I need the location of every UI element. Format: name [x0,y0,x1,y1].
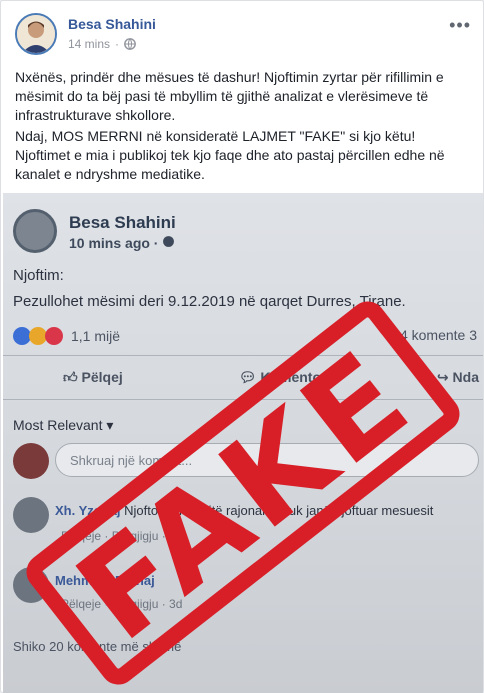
screenshot-like: 👍︎ Pëlqej [63,369,123,386]
love-reaction-icon [45,327,63,345]
post-meta: 14 mins · [68,37,136,51]
screenshot-comment-input: Shkruaj një koment... [55,443,479,477]
post-text-paragraph-1: Nxënës, prindër dhe mësues të dashur! Nj… [15,69,444,123]
author-name[interactable]: Besa Shahini [68,16,156,32]
screenshot-author: Besa Shahini [69,213,176,232]
post-text-paragraph-2: Ndaj, MOS MERRNI në konsideratë LAJMET "… [15,128,445,182]
facebook-post: Besa Shahini 14 mins · ••• Nxënës, prind… [0,0,484,693]
comment-1-meta: Pëlqeje · Përgjigju · 3d [61,529,183,543]
commenter-avatar [13,497,49,533]
more-options-icon[interactable]: ••• [449,15,471,36]
comment-icon: 💬︎ [238,369,261,385]
screenshot-comment-2: Mehmedi Prenaj [55,573,155,588]
screenshot-actions: 👍︎ Pëlqej 💬︎ Komento ↪ Nda [63,369,479,386]
comment-1-text: Njoftoni drejtoritë rajonale! Nuk janë n… [124,503,434,518]
screenshot-reactions: 1,1 mijë [13,327,120,345]
post-time[interactable]: 14 mins [68,37,110,51]
screenshot-sort: Most Relevant ▾ [13,417,114,433]
comment-1-author: Xh. Yzeiraj [55,503,121,518]
screenshot-time: 10 mins ago · [69,235,175,251]
screenshot-comment-count: 34 komente 3 [392,327,477,343]
divider [3,399,483,400]
commenter-avatar [13,443,49,479]
screenshot-comment: 💬︎ Komento [239,369,321,386]
screenshot-comment-1: Xh. Yzeiraj Njoftoni drejtoritë rajonale… [55,503,433,518]
divider [3,355,483,356]
screenshot-notice: Pezullohet mësimi deri 9.12.2019 në qarq… [13,293,406,310]
screenshot-label: Njoftim: [13,267,64,284]
thumbs-up-icon: 👍︎ [63,369,82,385]
globe-icon [124,38,136,50]
share-icon: ↪ [436,369,453,385]
screenshot-view-more: Shiko 20 komente më shumë [13,639,182,654]
fake-post-screenshot: Besa Shahini 10 mins ago · Njoftim: Pezu… [3,193,483,693]
post-photo[interactable]: Besa Shahini 10 mins ago · Njoftim: Pezu… [3,193,483,693]
like-label: Pëlqej [81,369,123,385]
globe-icon [162,235,175,248]
share-label: Nda [452,369,479,385]
comment-label: Komento [260,369,322,385]
author-avatar[interactable] [15,13,57,55]
commenter-avatar [13,567,49,603]
screenshot-share: ↪ Nda [437,369,479,386]
comment-2-meta: Pëlqeje · Përgjigju · 3d [61,597,183,611]
reaction-count: 1,1 mijë [71,328,121,344]
post-header: Besa Shahini 14 mins · ••• [15,13,473,57]
screenshot-time-text: 10 mins ago · [69,235,159,251]
screenshot-avatar [13,209,57,253]
